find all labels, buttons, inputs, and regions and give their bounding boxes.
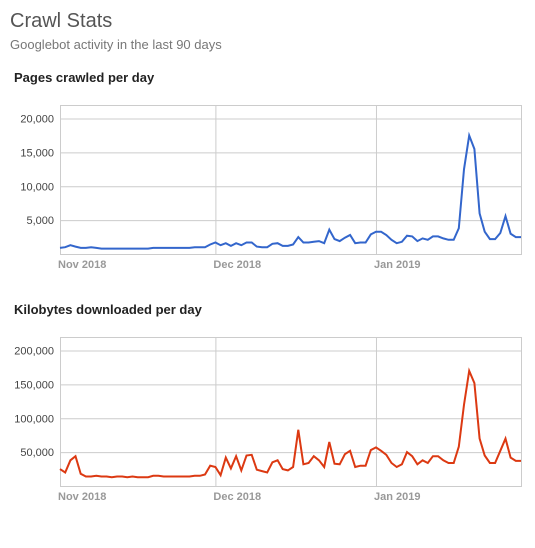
chart-kb-downloaded: Kilobytes downloaded per day 50,000 100,0… [10, 302, 525, 506]
page-title: Crawl Stats [10, 10, 525, 33]
chart-title: Pages crawled per day [14, 70, 525, 85]
svg-text:15,000: 15,000 [20, 147, 54, 159]
svg-text:150,000: 150,000 [14, 379, 54, 391]
chart-canvas: 50,000 100,000 150,000 200,000 Nov 2018 Dec 2… [10, 331, 525, 506]
chart-pages-crawled: Pages crawled per day 5,000 10,000 15,000 2… [10, 70, 525, 274]
svg-text:Jan 2019: Jan 2019 [374, 491, 420, 503]
svg-text:10,000: 10,000 [20, 181, 54, 193]
crawl-stats-page: { "header": { "title": "Crawl Stats", "s… [0, 0, 535, 548]
svg-text:200,000: 200,000 [14, 346, 54, 358]
svg-text:Nov 2018: Nov 2018 [58, 491, 106, 503]
svg-text:20,000: 20,000 [20, 114, 54, 126]
svg-text:Dec 2018: Dec 2018 [213, 491, 261, 503]
chart-canvas: 5,000 10,000 15,000 20,000 Nov 2018 Dec 2018 J… [10, 99, 525, 274]
svg-text:Dec 2018: Dec 2018 [213, 259, 261, 271]
chart-title: Kilobytes downloaded per day [14, 302, 525, 317]
page-subtitle: Googlebot activity in the last 90 days [10, 37, 525, 52]
svg-text:Jan 2019: Jan 2019 [374, 259, 420, 271]
svg-text:Nov 2018: Nov 2018 [58, 259, 106, 271]
svg-text:100,000: 100,000 [14, 413, 54, 425]
svg-text:5,000: 5,000 [26, 215, 54, 227]
svg-text:50,000: 50,000 [20, 447, 54, 459]
